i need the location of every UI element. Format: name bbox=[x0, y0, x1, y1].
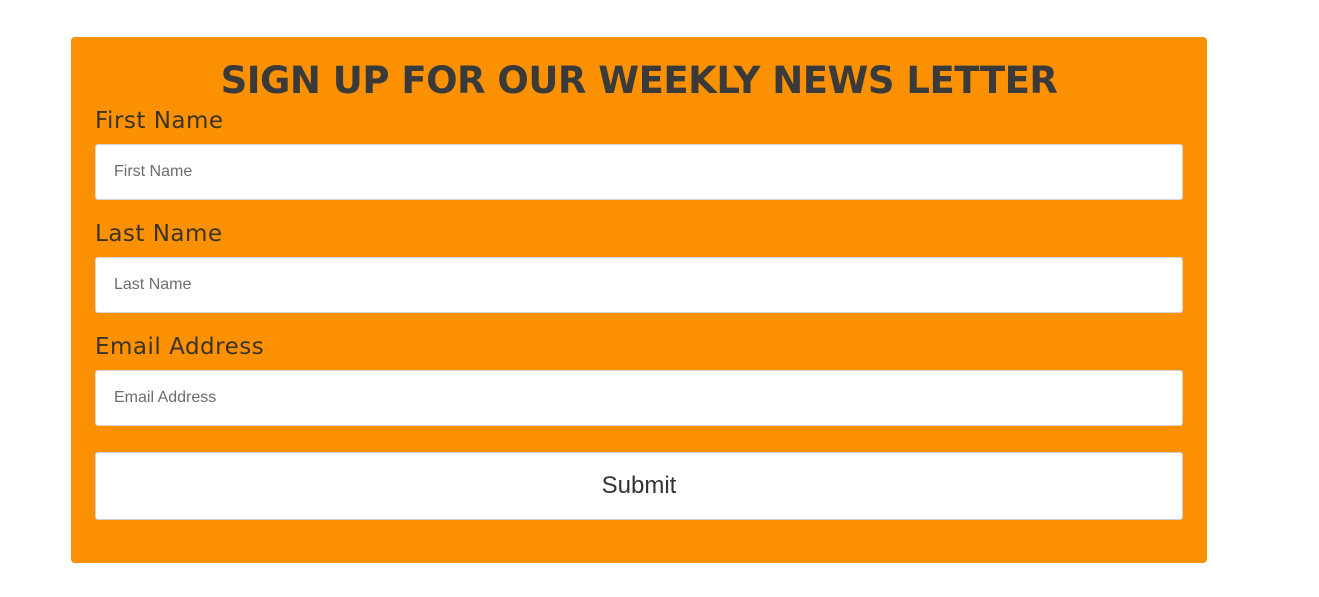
first-name-label: First Name bbox=[95, 108, 224, 134]
submit-button[interactable]: Submit bbox=[95, 452, 1183, 520]
form-title: SIGN UP FOR OUR WEEKLY NEWS LETTER bbox=[220, 59, 1058, 102]
last-name-label: Last Name bbox=[95, 221, 223, 247]
email-address-label: Email Address bbox=[95, 334, 265, 360]
email-address-input[interactable] bbox=[95, 370, 1183, 426]
newsletter-signup-panel: SIGN UP FOR OUR WEEKLY NEWS LETTER First… bbox=[71, 37, 1207, 563]
first-name-input[interactable] bbox=[95, 144, 1183, 200]
last-name-input[interactable] bbox=[95, 257, 1183, 313]
